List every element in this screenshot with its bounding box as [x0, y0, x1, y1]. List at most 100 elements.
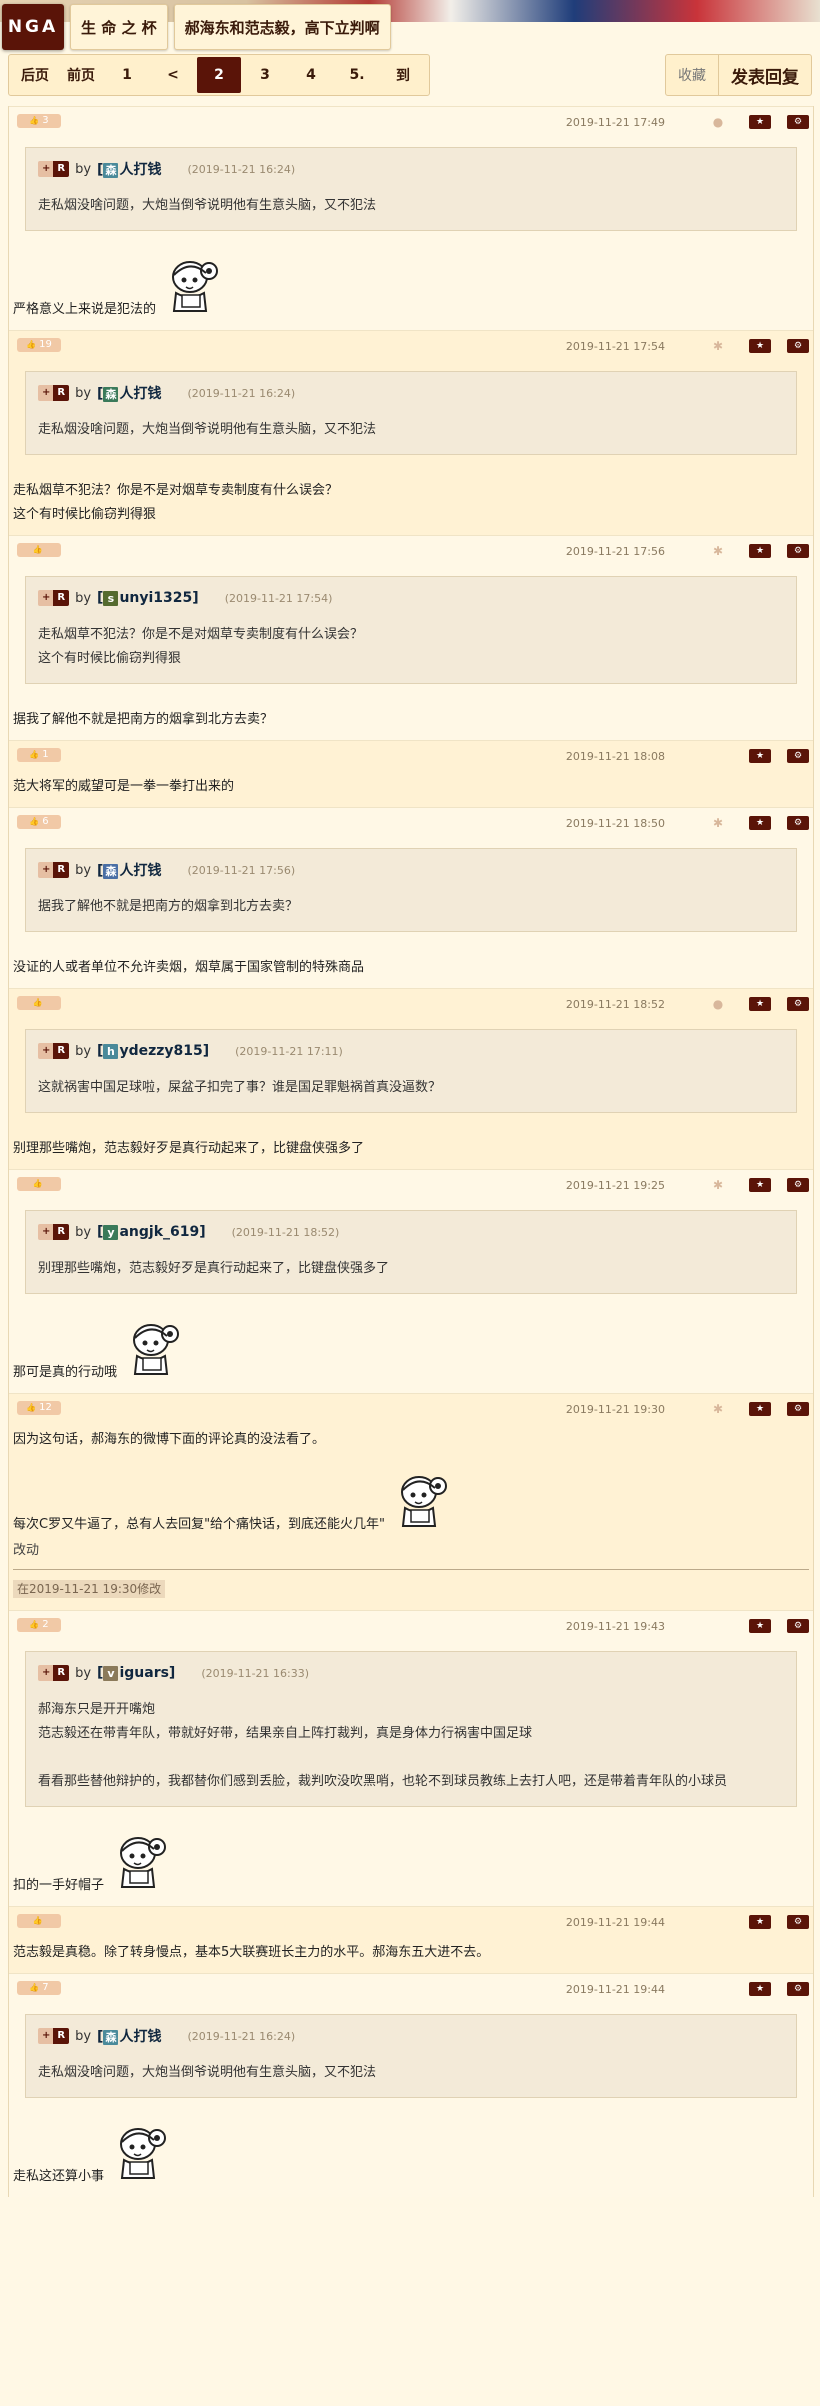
- post-body: 那可是真的行动哦: [9, 1308, 813, 1393]
- star-icon[interactable]: ★: [749, 1619, 771, 1633]
- star-icon[interactable]: ★: [749, 997, 771, 1011]
- page-3-button[interactable]: 3: [243, 57, 287, 93]
- gear-icon[interactable]: ⚙: [787, 1402, 809, 1416]
- quote-header: + Rby[森人打钱 (2019-11-21 17:56): [38, 859, 784, 881]
- post-body: 据我了解他不就是把南方的烟拿到北方去卖？: [9, 698, 813, 740]
- vote-button[interactable]: 👍 2: [17, 1618, 61, 1632]
- vote-button[interactable]: 👍 19: [17, 338, 61, 352]
- quote-by: by: [75, 862, 92, 878]
- star-icon[interactable]: ★: [749, 1982, 771, 1996]
- page-1-button[interactable]: 1: [105, 57, 149, 93]
- vote-button[interactable]: 👍 1: [17, 748, 61, 762]
- plus-icon: +: [42, 2030, 51, 2041]
- post-line: 每次C罗又牛逼了，总有人去回复"给个痛快话，到底还能火几年": [13, 1470, 809, 1537]
- plus-icon: +: [42, 163, 51, 174]
- quote-line: [38, 1746, 784, 1770]
- thumb-up-icon: 👍: [26, 340, 37, 349]
- reply-button[interactable]: 发表回复: [718, 55, 811, 95]
- sticker-image: [121, 1318, 187, 1385]
- post-date: 2019-11-21 19:30: [565, 1403, 665, 1416]
- vote-button[interactable]: 👍: [17, 543, 61, 557]
- post-meta: 👍 12 2019-11-21 19:30 ✱ ★ ⚙: [9, 1394, 813, 1428]
- thumb-up-icon: 👍: [29, 750, 40, 759]
- star-icon[interactable]: ★: [749, 749, 771, 763]
- quote-user[interactable]: [森人打钱: [97, 383, 161, 403]
- star-icon[interactable]: ★: [749, 544, 771, 558]
- quote-by: by: [75, 385, 92, 401]
- post: 👍 2019-11-21 19:44 ★ ⚙ 范志毅是真稳。除了转身慢点，基本5大联赛班…: [9, 1906, 813, 1973]
- vote-button[interactable]: 👍 3: [17, 114, 61, 128]
- star-icon[interactable]: ★: [749, 1915, 771, 1929]
- gear-icon[interactable]: ⚙: [787, 1915, 809, 1929]
- thumb-up-icon: 👍: [32, 545, 43, 554]
- reply-tag[interactable]: + R: [38, 590, 70, 606]
- quote-user[interactable]: [v iguars]: [97, 1665, 175, 1681]
- quote-time: (2019-11-21 17:11): [235, 1044, 343, 1058]
- star-icon[interactable]: ★: [749, 816, 771, 830]
- reply-tag[interactable]: + R: [38, 2028, 70, 2044]
- vote-button[interactable]: 👍: [17, 1914, 61, 1928]
- page-prev-button[interactable]: 前页: [59, 57, 103, 93]
- favorite-button[interactable]: 收藏: [666, 55, 718, 95]
- page-goto-button[interactable]: 到: [381, 57, 425, 93]
- reply-tag[interactable]: + R: [38, 1043, 70, 1059]
- gear-icon[interactable]: ⚙: [787, 997, 809, 1011]
- page-next-button[interactable]: 后页: [13, 57, 57, 93]
- vote-button[interactable]: 👍 12: [17, 1401, 61, 1415]
- nga-logo[interactable]: NGA: [2, 4, 64, 50]
- quote-text: 这就祸害中国足球啦，屎盆子扣完了事？谁是国足罪魁祸首真没逼数？: [38, 1076, 784, 1100]
- vote-button[interactable]: 👍 7: [17, 1981, 61, 1995]
- quote-user[interactable]: [森人打钱: [97, 860, 161, 880]
- reply-tag[interactable]: + R: [38, 1665, 70, 1681]
- vote-button[interactable]: 👍: [17, 996, 61, 1010]
- star-icon[interactable]: ★: [749, 115, 771, 129]
- page-2-current[interactable]: 2: [197, 57, 241, 93]
- vote-button[interactable]: 👍 6: [17, 815, 61, 829]
- quote-block: + Rby[y angjk_619] (2019-11-21 18:52) 别理那些嘴炮…: [25, 1210, 797, 1294]
- page-5-button[interactable]: 5.: [335, 57, 379, 93]
- quote-header: + Rby[森人打钱 (2019-11-21 16:24): [38, 382, 784, 404]
- page-4-button[interactable]: 4: [289, 57, 333, 93]
- post-line: 因为这句话，郝海东的微博下面的评论真的没法看了。: [13, 1428, 809, 1452]
- post-line: 范大将军的威望可是一拳一拳打出来的: [13, 775, 809, 799]
- quote-user[interactable]: [s unyi1325]: [97, 590, 199, 606]
- gear-icon[interactable]: ⚙: [787, 115, 809, 129]
- quote-block: + Rby[森人打钱 (2019-11-21 16:24) 走私烟没啥问题，大炮当倒爷…: [25, 147, 797, 231]
- quote-user[interactable]: [h ydezzy815]: [97, 1043, 209, 1059]
- post-text: 别理那些嘴炮，范志毅好歹是真行动起来了，比键盘侠强多了: [13, 1141, 365, 1156]
- star-icon[interactable]: ★: [749, 1402, 771, 1416]
- vote-count: 6: [42, 816, 49, 827]
- star-icon[interactable]: ★: [749, 339, 771, 353]
- reply-tag[interactable]: + R: [38, 862, 70, 878]
- gear-icon[interactable]: ⚙: [787, 1178, 809, 1192]
- gear-icon[interactable]: ⚙: [787, 339, 809, 353]
- quote-user[interactable]: [森人打钱: [97, 159, 161, 179]
- page-back-button[interactable]: <: [151, 57, 195, 93]
- gear-icon[interactable]: ⚙: [787, 1619, 809, 1633]
- quote-user-name: unyi1325]: [119, 590, 199, 606]
- post-date: 2019-11-21 17:56: [565, 545, 665, 558]
- vote-button[interactable]: 👍: [17, 1177, 61, 1191]
- reply-r-icon: R: [53, 385, 70, 401]
- quote-time: (2019-11-21 16:24): [187, 2029, 296, 2043]
- quote-user-name: angjk_619]: [119, 1224, 206, 1240]
- thumb-up-icon: 👍: [32, 1179, 43, 1188]
- user-avatar-initial: 森: [103, 2030, 119, 2045]
- reply-tag[interactable]: + R: [38, 1224, 70, 1240]
- gear-icon[interactable]: ⚙: [787, 544, 809, 558]
- gear-icon[interactable]: ⚙: [787, 1982, 809, 1996]
- android-icon: ✱: [712, 339, 724, 353]
- gear-icon[interactable]: ⚙: [787, 816, 809, 830]
- quote-user[interactable]: [y angjk_619]: [97, 1224, 206, 1240]
- breadcrumb-topic[interactable]: 郝海东和范志毅，高下立判啊: [173, 4, 391, 50]
- breadcrumb-forum[interactable]: 生 命 之 杯: [70, 4, 168, 50]
- gear-icon[interactable]: ⚙: [787, 749, 809, 763]
- post-text: 每次C罗又牛逼了，总有人去回复"给个痛快话，到底还能火几年": [13, 1517, 386, 1532]
- thumb-up-icon: 👍: [26, 1403, 37, 1412]
- quote-line: 别理那些嘴炮，范志毅好歹是真行动起来了，比键盘侠强多了: [38, 1261, 390, 1276]
- star-icon[interactable]: ★: [749, 1178, 771, 1192]
- quote-user[interactable]: [森人打钱: [97, 2026, 161, 2046]
- reply-tag[interactable]: + R: [38, 161, 70, 177]
- reply-tag[interactable]: + R: [38, 385, 70, 401]
- quote-by: by: [75, 1224, 92, 1240]
